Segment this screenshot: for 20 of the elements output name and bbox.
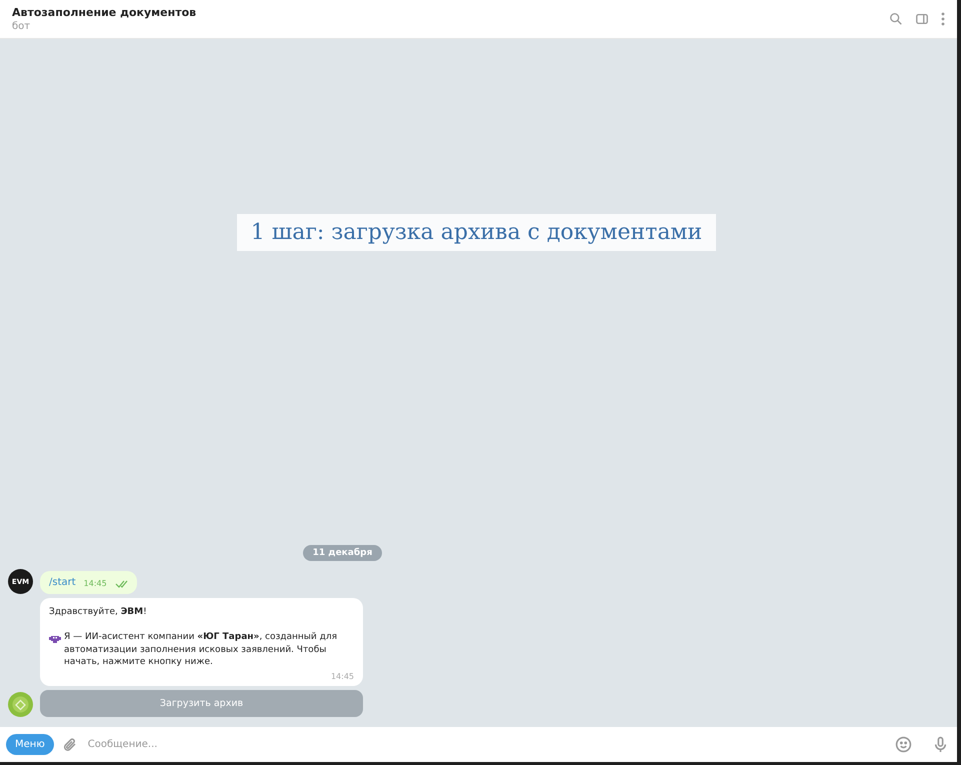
more-icon[interactable]: [941, 12, 945, 26]
search-icon[interactable]: [889, 12, 903, 26]
message-composer[interactable]: Меню Сообщение...: [0, 727, 957, 762]
message-text: Я — ИИ-асистент компании «ЮГ Таран», созданный для автоматизации заполнения исковых заявлений. Чтобы начать, нажмите кнопку ниже.: [64, 631, 338, 669]
bot-avatar: [8, 692, 33, 717]
chat-subtitle: бот: [12, 21, 32, 32]
alien-icon: [49, 633, 61, 644]
emoji-icon[interactable]: [895, 736, 912, 753]
microphone-icon[interactable]: [932, 736, 949, 753]
chat-title: Автозаполнение документов: [12, 6, 198, 19]
message-text: Здравствуйте, ЭВМ!: [49, 606, 148, 620]
message-time: 14:45: [84, 579, 107, 588]
message-time: 14:45: [330, 670, 354, 682]
date-separator: 11 декабря: [302, 545, 382, 562]
command-link[interactable]: /start: [49, 577, 76, 588]
attach-icon[interactable]: [62, 736, 78, 752]
keyboard-button[interactable]: Загрузить архив: [40, 690, 363, 717]
step-banner: 1 шаг: загрузка архива с документами: [236, 214, 716, 251]
menu-button[interactable]: Меню: [6, 734, 54, 755]
sidebar-toggle-icon[interactable]: [915, 12, 929, 26]
